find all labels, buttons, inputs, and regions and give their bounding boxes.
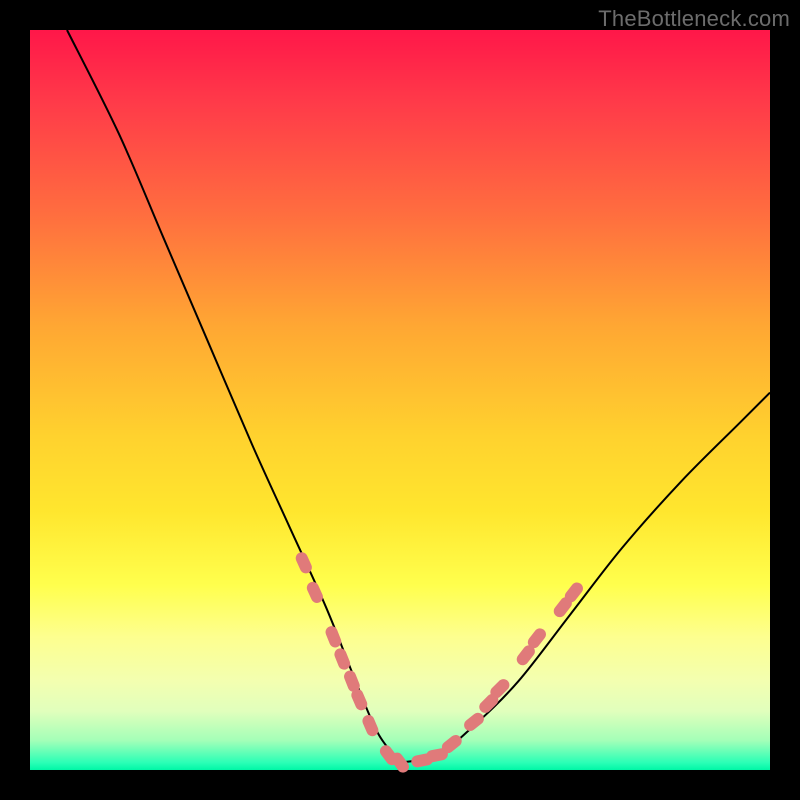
data-bead <box>324 624 343 649</box>
plot-area <box>30 30 770 770</box>
data-bead <box>333 647 352 672</box>
chart-frame: TheBottleneck.com <box>0 0 800 800</box>
marker-layer <box>294 550 586 775</box>
bottleneck-curve <box>67 30 400 763</box>
curve-layer <box>67 30 770 763</box>
data-bead <box>305 580 325 605</box>
data-bead <box>361 713 381 738</box>
data-bead <box>462 710 487 733</box>
watermark-text: TheBottleneck.com <box>598 6 790 32</box>
curve-svg <box>30 30 770 770</box>
bottleneck-curve <box>400 393 770 763</box>
